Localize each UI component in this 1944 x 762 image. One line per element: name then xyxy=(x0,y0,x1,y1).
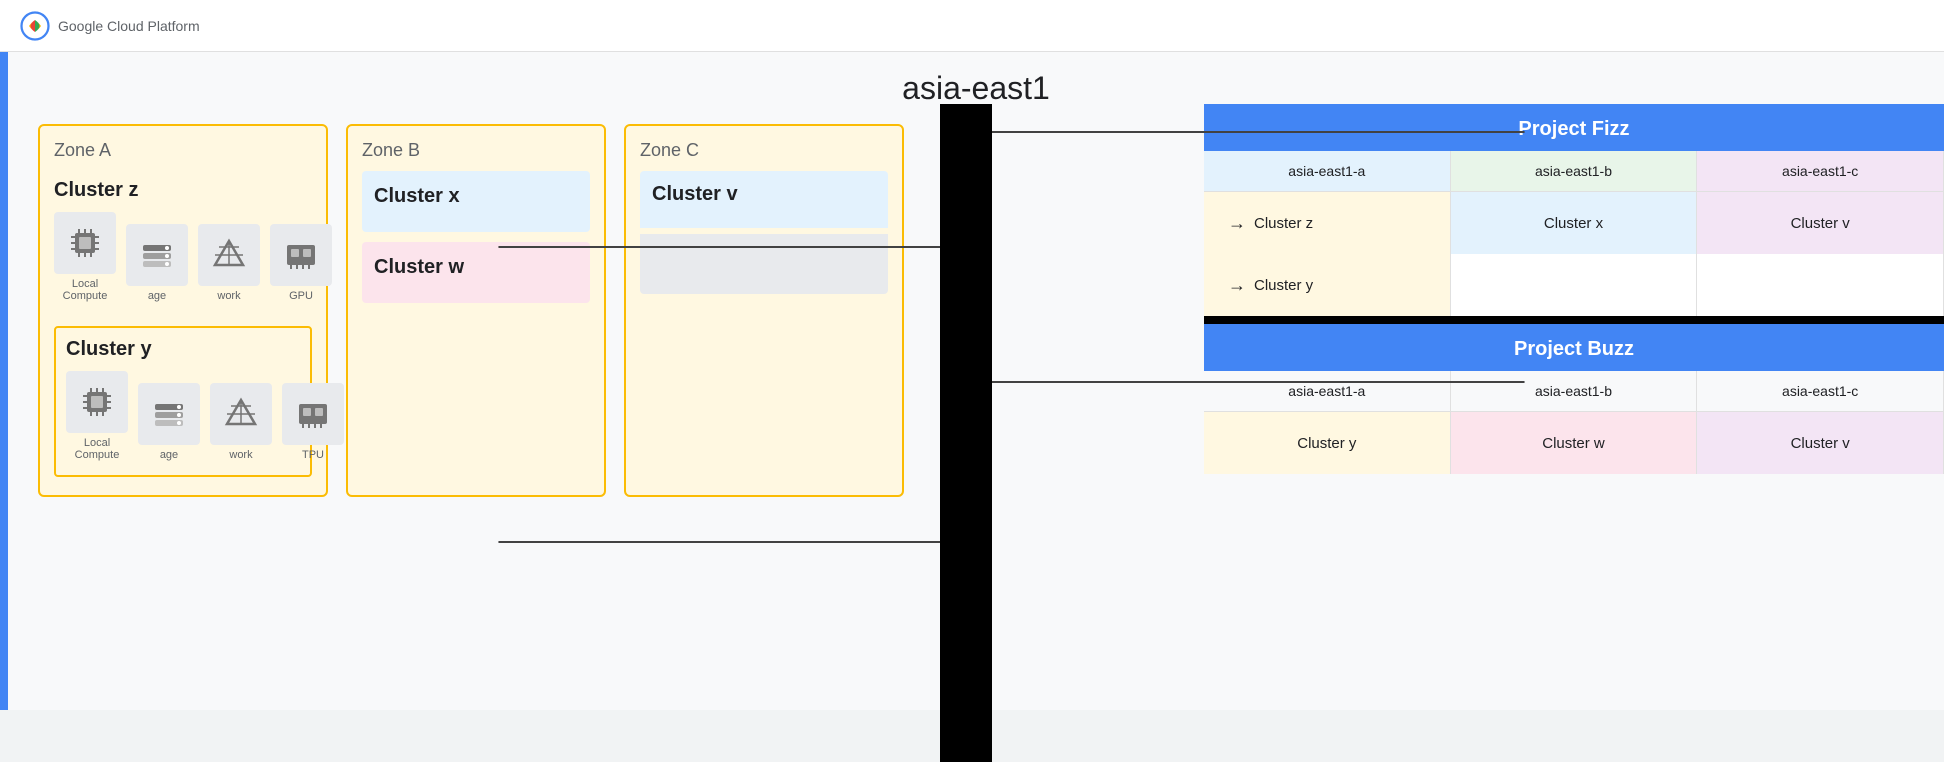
black-divider xyxy=(940,104,992,762)
cluster-w-heading: Cluster w xyxy=(374,256,578,279)
buzz-region-row: asia-east1-a asia-east1-b asia-east1-c xyxy=(1204,371,1944,412)
main-content: asia-east1 Zone A Cluster z LocalCompute xyxy=(0,52,1944,710)
buzz-cluster-row: Cluster y Cluster w Cluster v xyxy=(1204,412,1944,474)
cluster-z-box: Cluster z LocalCompute age xyxy=(54,171,312,310)
gcp-logo-text: Google Cloud Platform xyxy=(58,18,200,34)
project-fizz: Project Fizz asia-east1-a asia-east1-b a… xyxy=(1204,104,1944,316)
fizz-cluster-v-cell: Cluster v xyxy=(1697,192,1944,254)
icon-tpu: TPU xyxy=(282,383,344,461)
zone-c: Zone C Cluster v xyxy=(624,124,904,497)
fizz-empty-c xyxy=(1697,254,1944,316)
icon-y-network-label: work xyxy=(229,449,252,461)
buzz-region-b: asia-east1-b xyxy=(1451,371,1698,411)
icon-y-storage: age xyxy=(138,383,200,461)
fizz-region-row: asia-east1-a asia-east1-b asia-east1-c xyxy=(1204,151,1944,192)
y-network-icon xyxy=(210,383,272,445)
zone-b-label: Zone B xyxy=(362,140,590,161)
cluster-v-heading: Cluster v xyxy=(652,183,876,206)
gcp-logo-icon xyxy=(20,11,50,41)
fizz-cluster-z-label: Cluster z xyxy=(1254,215,1313,232)
buzz-cluster-v-cell: Cluster v xyxy=(1697,412,1944,474)
arrow-to-z: → xyxy=(1228,213,1246,234)
storage-icon xyxy=(126,224,188,286)
cluster-z-icons: LocalCompute age work xyxy=(54,212,312,302)
fizz-cluster-y-row: → Cluster y xyxy=(1204,254,1944,316)
buzz-region-a: asia-east1-a xyxy=(1204,371,1451,411)
icon-gpu-label: GPU xyxy=(289,290,313,302)
fizz-region-b: asia-east1-b xyxy=(1451,151,1698,191)
cluster-w-box: Cluster w xyxy=(362,242,590,303)
fizz-cluster-z-cell: → Cluster z xyxy=(1204,192,1451,254)
cluster-y-subbox: Cluster y LocalCompute age xyxy=(54,326,312,477)
icon-tpu-label: TPU xyxy=(302,449,324,461)
icon-local-compute-label: LocalCompute xyxy=(63,278,108,302)
icon-age-label: age xyxy=(148,290,166,302)
cluster-y-heading: Cluster y xyxy=(66,338,300,361)
right-panel: Project Fizz asia-east1-a asia-east1-b a… xyxy=(1204,104,1944,474)
zone-c-bottom xyxy=(640,234,888,294)
fizz-cluster-y-label: Cluster y xyxy=(1254,277,1313,294)
buzz-cluster-w-cell: Cluster w xyxy=(1451,412,1698,474)
zone-b: Zone B Cluster x Cluster w xyxy=(346,124,606,497)
icon-gpu: GPU xyxy=(270,224,332,302)
project-fizz-body: asia-east1-a asia-east1-b asia-east1-c →… xyxy=(1204,151,1944,316)
project-buzz-body: asia-east1-a asia-east1-b asia-east1-c C… xyxy=(1204,371,1944,474)
left-accent-bar xyxy=(0,52,8,710)
y-storage-icon xyxy=(138,383,200,445)
cluster-z-heading: Cluster z xyxy=(54,179,312,202)
zone-c-top: Cluster v xyxy=(640,171,888,228)
fizz-cluster-y-cell: → Cluster y xyxy=(1204,254,1451,316)
icon-local-compute: LocalCompute xyxy=(54,212,116,302)
arrow-to-y: → xyxy=(1228,275,1246,296)
gcp-logo: Google Cloud Platform xyxy=(20,11,200,41)
cluster-x-heading: Cluster x xyxy=(374,185,578,208)
fizz-cluster-x-cell: Cluster x xyxy=(1451,192,1698,254)
cpu-icon xyxy=(54,212,116,274)
network-icon xyxy=(198,224,260,286)
icon-storage: age xyxy=(126,224,188,302)
project-divider xyxy=(1204,316,1944,324)
buzz-region-c: asia-east1-c xyxy=(1697,371,1944,411)
cluster-x-box: Cluster x xyxy=(362,171,590,232)
fizz-cluster-z-row: → Cluster z Cluster x Cluster v xyxy=(1204,192,1944,254)
icon-network: work xyxy=(198,224,260,302)
project-buzz: Project Buzz asia-east1-a asia-east1-b a… xyxy=(1204,324,1944,474)
icon-y-local-compute: LocalCompute xyxy=(66,371,128,461)
icon-y-compute-label: LocalCompute xyxy=(75,437,120,461)
icon-y-age-label: age xyxy=(160,449,178,461)
fizz-region-c: asia-east1-c xyxy=(1697,151,1944,191)
top-bar: Google Cloud Platform xyxy=(0,0,1944,52)
icon-network-label: work xyxy=(217,290,240,302)
buzz-cluster-y-cell: Cluster y xyxy=(1204,412,1451,474)
fizz-empty-b xyxy=(1451,254,1698,316)
cluster-y-icons: LocalCompute age work xyxy=(66,371,300,461)
project-fizz-header: Project Fizz xyxy=(1204,104,1944,151)
y-cpu-icon xyxy=(66,371,128,433)
project-buzz-header: Project Buzz xyxy=(1204,324,1944,371)
tpu-icon xyxy=(282,383,344,445)
icon-y-network: work xyxy=(210,383,272,461)
zone-a-label: Zone A xyxy=(54,140,312,161)
gpu-icon xyxy=(270,224,332,286)
zone-a: Zone A Cluster z LocalCompute xyxy=(38,124,328,497)
zone-c-label: Zone C xyxy=(640,140,888,161)
fizz-region-a: asia-east1-a xyxy=(1204,151,1451,191)
